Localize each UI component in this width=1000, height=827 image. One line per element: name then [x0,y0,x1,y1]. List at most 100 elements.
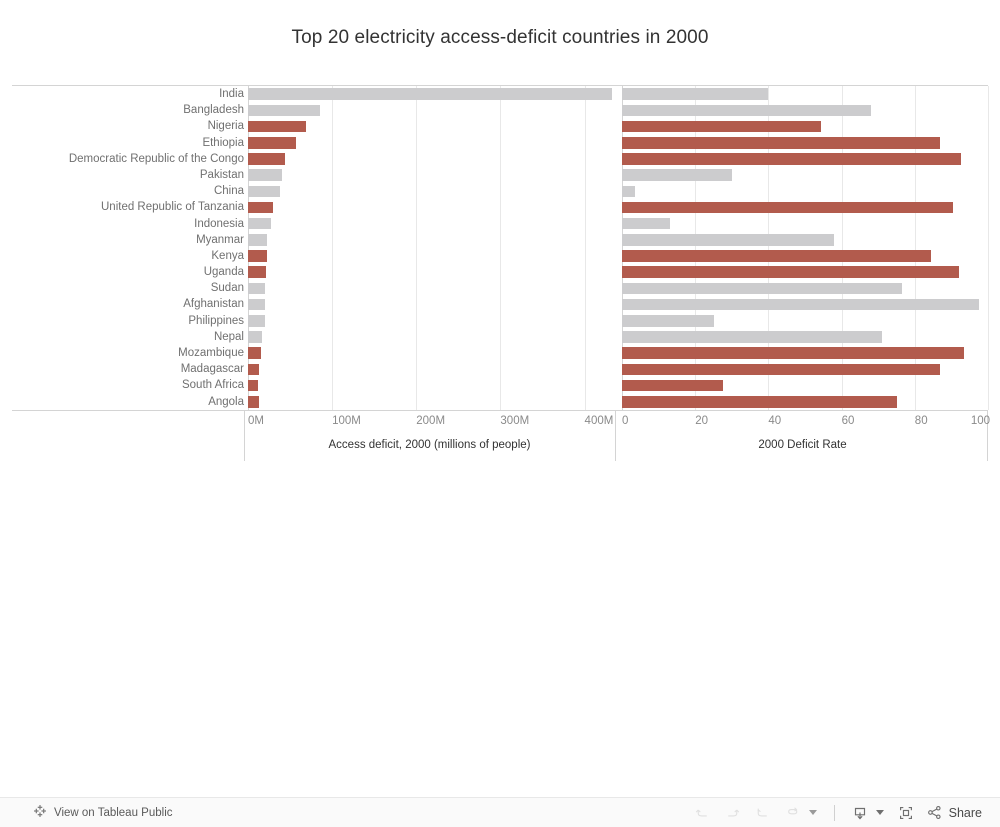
bar-access-deficit[interactable] [248,395,259,408]
chart-row[interactable]: South Africa [12,377,988,393]
visualization-canvas[interactable]: India Bangladesh Nigeria Ethiopia Democratic… [12,85,989,411]
bar-access-deficit[interactable] [248,234,268,246]
chart-row[interactable]: Philippines [12,313,988,329]
bar-deficit-rate[interactable] [622,347,965,359]
panel-deficit-rate [617,167,988,183]
panel-access-deficit [244,248,615,264]
bar-access-deficit[interactable] [248,136,296,149]
bar-deficit-rate[interactable] [622,88,769,100]
row-label-bangladesh: Bangladesh [183,104,244,117]
panel-deficit-rate [617,329,988,345]
chart-row[interactable]: Pakistan [12,167,988,183]
tableau-logo-icon [33,804,47,821]
bar-deficit-rate[interactable] [622,169,732,181]
bottom-toolbar: View on Tableau Public Share [0,797,1000,827]
row-label-mozambique: Mozambique [178,347,244,359]
bar-access-deficit[interactable] [248,347,262,359]
chart-row[interactable]: Afghanistan [12,296,988,312]
bar-deficit-rate[interactable] [622,120,822,133]
row-label-china: China [213,185,244,198]
bar-deficit-rate[interactable] [622,185,635,198]
bar-deficit-rate[interactable] [622,315,714,327]
chart-row[interactable]: Sudan [12,280,988,296]
bar-access-deficit[interactable] [248,363,259,376]
bar-deficit-rate[interactable] [622,250,932,262]
panel-deficit-rate [617,394,988,410]
bar-access-deficit[interactable] [248,169,283,181]
fullscreen-icon [899,806,912,819]
axis-tick-label: 80 [914,415,928,427]
row-label-united-republic-of-tanzania: United Republic of Tanzania [101,201,244,214]
chart-row[interactable]: Angola [12,394,988,410]
bar-deficit-rate[interactable] [622,379,723,392]
bar-access-deficit[interactable] [248,315,265,327]
bar-access-deficit[interactable] [248,379,259,392]
chart-row[interactable]: Nigeria [12,118,988,134]
chart-row[interactable]: India [12,86,988,102]
chart-row[interactable]: Mozambique [12,345,988,361]
gridline [988,86,989,410]
panel-deficit-rate [617,151,988,167]
panel-access-deficit [244,394,615,410]
bar-deficit-rate[interactable] [622,104,871,117]
chart-row[interactable]: Bangladesh [12,102,988,118]
panel-access-deficit [244,183,615,199]
bar-access-deficit[interactable] [248,298,265,311]
panel-deficit-rate [617,135,988,151]
chart-row[interactable]: United Republic of Tanzania [12,199,988,215]
panel-access-deficit [244,345,615,361]
bar-deficit-rate[interactable] [622,234,835,246]
bar-deficit-rate[interactable] [622,217,670,230]
bar-access-deficit[interactable] [248,250,267,262]
fullscreen-button[interactable] [892,801,920,825]
axis-tick-label: 40 [768,415,782,427]
row-label-ethiopia: Ethiopia [202,136,244,149]
refresh-dropdown-caret-icon[interactable] [808,810,817,815]
chart-row[interactable]: Myanmar [12,232,988,248]
chart-row[interactable]: Nepal [12,329,988,345]
bar-access-deficit[interactable] [248,217,271,230]
bar-deficit-rate[interactable] [622,282,902,295]
bar-deficit-rate[interactable] [622,266,959,279]
panel-access-deficit [244,296,615,312]
bar-access-deficit[interactable] [248,104,320,117]
axis-tick-label: 20 [695,415,708,427]
axis-tick-label: 300M [500,415,530,427]
chart-row[interactable]: Madagascar [12,361,988,377]
bar-access-deficit[interactable] [248,266,266,279]
chart-row[interactable]: Indonesia [12,216,988,232]
share-button[interactable]: Share [922,804,990,821]
bar-access-deficit[interactable] [248,282,265,295]
refresh-button[interactable] [779,801,807,825]
bar-deficit-rate[interactable] [622,331,882,343]
panel-deficit-rate [617,183,988,199]
redo-button[interactable] [719,801,747,825]
bar-deficit-rate[interactable] [622,201,954,214]
reset-button[interactable] [749,801,777,825]
bar-access-deficit[interactable] [248,185,280,198]
bar-access-deficit[interactable] [248,88,613,100]
chart-row[interactable]: Kenya [12,248,988,264]
bar-access-deficit[interactable] [248,331,263,343]
download-dropdown-caret-icon[interactable] [875,810,884,815]
chart-rows: India Bangladesh Nigeria Ethiopia Democratic… [12,86,988,410]
bar-deficit-rate[interactable] [622,363,941,376]
panel-deficit-rate [617,118,988,134]
bar-deficit-rate[interactable] [622,136,941,149]
chart-row[interactable]: Ethiopia [12,135,988,151]
undo-button[interactable] [689,801,717,825]
download-button[interactable] [846,801,874,825]
bar-deficit-rate[interactable] [622,298,979,311]
chart-row[interactable]: Democratic Republic of the Congo [12,151,988,167]
bar-deficit-rate[interactable] [622,153,961,165]
view-on-tableau-public-link[interactable]: View on Tableau Public [33,804,173,821]
chart-row[interactable]: Uganda [12,264,988,280]
x-axis-access-deficit: Access deficit, 2000 (millions of people… [244,411,615,461]
bar-deficit-rate[interactable] [622,395,897,408]
panel-access-deficit [244,167,615,183]
x-axis-deficit-rate: 2000 Deficit Rate 0 20 40 60 80 100 [617,411,990,461]
bar-access-deficit[interactable] [248,153,286,165]
bar-access-deficit[interactable] [248,201,274,214]
chart-row[interactable]: China [12,183,988,199]
bar-access-deficit[interactable] [248,120,307,133]
